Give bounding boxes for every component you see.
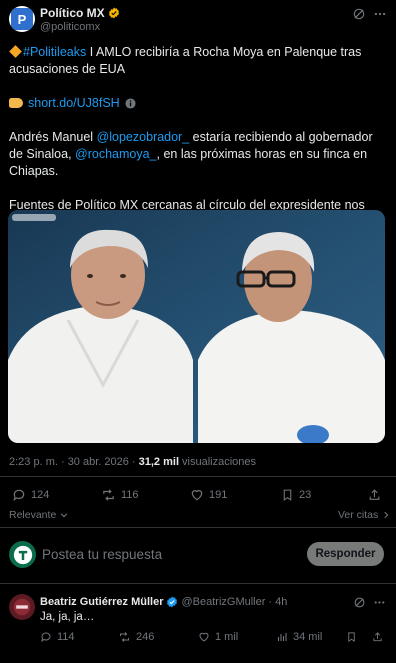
share-icon	[373, 632, 382, 642]
reply-view-count: 34 mil	[293, 631, 323, 643]
photo-illustration	[8, 210, 385, 443]
sort-relevance-dropdown[interactable]: Relevante	[9, 509, 69, 521]
view-quotes-link[interactable]: Ver citas	[338, 509, 391, 521]
hashtag-link[interactable]: #Politileaks	[23, 45, 86, 59]
reply-count: 124	[31, 489, 50, 501]
views-count: 31,2 mil	[138, 456, 179, 468]
tweet-actions: 124 116 191 23	[0, 485, 396, 505]
reply-submit-button[interactable]: Responder	[307, 542, 384, 566]
repost-count: 116	[121, 489, 139, 501]
verified-blue-icon	[167, 596, 178, 608]
reply-bookmark-button[interactable]	[346, 631, 357, 643]
reply-repost-count: 246	[136, 631, 155, 643]
reply-author-name[interactable]: Beatriz Gutiérrez Müller	[40, 596, 163, 608]
reply-author-avatar[interactable]	[9, 594, 35, 620]
tweet-meta: 2:23 p. m. · 30 abr. 2026 · 31,2 mil vis…	[9, 456, 256, 468]
reply-author-handle[interactable]: @BeatrizGMuller	[181, 596, 265, 608]
short-link-row: short.do/UJ8fSH	[9, 95, 389, 112]
reply-input[interactable]: Postea tu respuesta	[42, 547, 162, 562]
view-quotes-label: Ver citas	[338, 509, 379, 521]
reply-button[interactable]: 124	[12, 488, 49, 502]
tweet-headline: #Politileaks I AMLO recibiría a Rocha Mo…	[9, 44, 389, 78]
divider	[0, 527, 396, 528]
reply-views-button[interactable]: 34 mil	[276, 631, 322, 643]
chevron-right-icon	[384, 511, 389, 519]
more-options-icon[interactable]	[373, 7, 387, 21]
sort-label: Relevante	[9, 509, 57, 521]
user-avatar-logo	[13, 545, 32, 564]
like-button[interactable]: 191	[190, 488, 227, 502]
verified-badge-icon	[108, 7, 120, 19]
reply-text: Ja, ja, ja…	[40, 611, 95, 623]
author-avatar[interactable]: P	[9, 6, 35, 32]
reply-repost-button[interactable]: 246	[118, 631, 154, 643]
repost-icon	[103, 489, 114, 501]
author-name[interactable]: Político MX	[40, 6, 105, 20]
author-name-row: Político MX	[40, 6, 120, 20]
mention-rochamoya[interactable]: @rochamoya_	[75, 147, 156, 161]
short-link[interactable]: short.do/UJ8fSH	[28, 96, 120, 110]
author-handle[interactable]: @politicomx	[40, 21, 100, 33]
views-label: visualizaciones	[179, 456, 257, 468]
reply-reply-button[interactable]: 114	[40, 631, 75, 643]
reply-icon	[41, 632, 51, 643]
mention-lopezobrador[interactable]: @lopezobrador_	[97, 130, 190, 144]
reply-author-logo	[13, 598, 31, 616]
tweet-timestamp[interactable]: 2:23 p. m. · 30 abr. 2026 ·	[9, 456, 139, 468]
grok-icon[interactable]	[353, 596, 366, 609]
tweet-photo[interactable]	[8, 210, 385, 443]
info-icon[interactable]	[125, 98, 136, 109]
tweet-paragraph-2: Andrés Manuel @lopezobrador_ estaría rec…	[9, 129, 389, 180]
views-icon	[277, 633, 287, 641]
bookmark-button[interactable]: 23	[281, 488, 311, 502]
p2-text-a: Andrés Manuel	[9, 130, 97, 144]
reply-time[interactable]: · 4h	[268, 596, 287, 608]
heart-icon	[199, 632, 209, 642]
reply-share-button[interactable]	[372, 631, 383, 643]
bookmark-icon	[348, 632, 355, 642]
reply-like-button[interactable]: 1 mil	[198, 631, 238, 643]
reply-actions: 114 246 1 mil 34 mil	[0, 630, 396, 646]
bookmark-count: 23	[299, 489, 312, 501]
share-button[interactable]	[368, 488, 381, 502]
divider	[0, 583, 396, 584]
orange-diamond-icon	[9, 45, 22, 58]
repost-icon	[120, 632, 129, 642]
more-options-icon[interactable]	[373, 596, 386, 609]
grok-icon[interactable]	[352, 7, 366, 21]
chevron-down-icon	[60, 513, 68, 518]
reply-author-row: Beatriz Gutiérrez Müller @BeatrizGMuller…	[40, 596, 287, 608]
like-count: 191	[209, 489, 228, 501]
share-icon	[369, 489, 380, 500]
user-avatar[interactable]	[9, 541, 36, 568]
reply-like-count: 1 mil	[215, 631, 239, 643]
heart-icon	[191, 490, 203, 501]
politico-logo: P	[11, 8, 33, 30]
reply-icon	[13, 489, 25, 502]
divider	[0, 476, 396, 477]
bookmark-icon	[283, 489, 292, 501]
reply-reply-count: 114	[57, 631, 75, 643]
repost-button[interactable]: 116	[101, 488, 139, 502]
pointing-hand-icon	[9, 98, 23, 108]
